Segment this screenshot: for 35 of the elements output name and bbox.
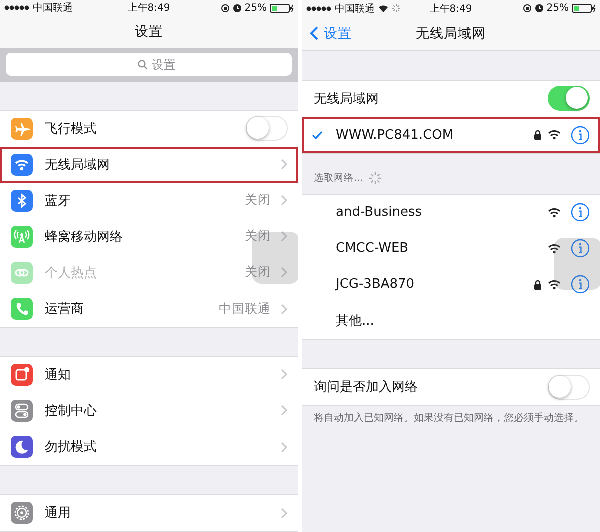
other-label: 其他... <box>336 313 376 330</box>
network-name: JCG-3BA870 <box>336 277 416 292</box>
settings-row[interactable]: 无线局域网 <box>0 147 298 183</box>
setting-label: 勿扰模式 <box>45 439 98 456</box>
network-name: CMCC-WEB <box>336 241 410 256</box>
network-row[interactable]: WWW.PC841.COM <box>302 117 600 153</box>
setting-label: 询问是否加入网络 <box>314 379 419 396</box>
setting-label: 运营商 <box>45 301 85 318</box>
setting-label: 个人热点 <box>45 264 98 282</box>
screen-title: 无线局域网 <box>416 24 486 42</box>
search-field[interactable]: 设置 <box>6 53 292 76</box>
carrier-text: 中国联通 <box>33 2 73 16</box>
carrier-text: 中国联通 <box>335 2 375 16</box>
setting-label: 通用 <box>45 505 72 522</box>
setting-value: 关闭 <box>245 192 271 209</box>
battery-percent: 25% <box>546 3 569 14</box>
network-name: and-Business <box>336 205 424 220</box>
setting-label: 蓝牙 <box>45 192 72 210</box>
battery-percent: 25% <box>244 2 267 14</box>
back-button[interactable]: 设置 <box>308 17 354 50</box>
setting-label: 无线局域网 <box>314 90 380 108</box>
setting-label: 通知 <box>45 366 72 384</box>
setting-label: 飞行模式 <box>45 120 98 138</box>
setting-label: 蜂窝移动网络 <box>45 228 124 246</box>
setting-label: 控制中心 <box>45 402 98 420</box>
network-name: WWW.PC841.COM <box>336 128 455 142</box>
time-text: 上午8:49 <box>128 2 170 16</box>
time-text: 上午8:49 <box>430 2 472 16</box>
setting-value: 关闭 <box>245 228 271 245</box>
setting-label: 无线局域网 <box>45 156 111 174</box>
footer-note: 将自动加入已知网络。如果没有已知网络，您必须手动选择。 <box>314 412 585 426</box>
screen-title: 设置 <box>135 22 163 41</box>
setting-value: 中国联通 <box>219 300 271 318</box>
setting-value: 关闭 <box>245 264 271 281</box>
section-header: 选取网络... <box>314 172 364 184</box>
